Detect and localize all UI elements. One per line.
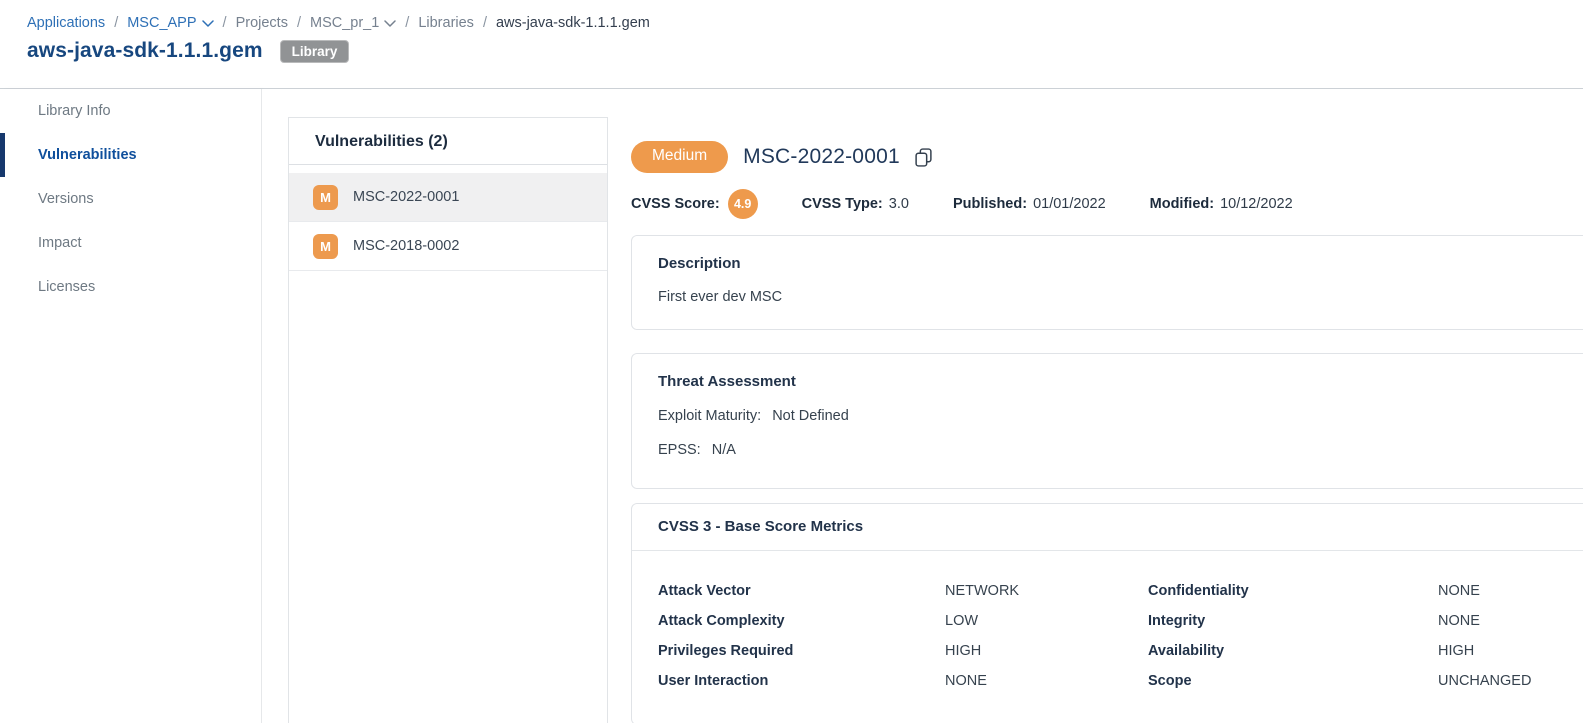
sidebar: Library Info Vulnerabilities Versions Im… — [0, 89, 262, 723]
epss-field: EPSS: N/A — [658, 442, 1583, 458]
cvss-metrics-header: CVSS 3 - Base Score Metrics — [632, 504, 1583, 551]
metric-scope-value: UNCHANGED — [1438, 672, 1583, 690]
sidebar-item-vulnerabilities[interactable]: Vulnerabilities — [0, 133, 261, 177]
copy-icon[interactable] — [915, 148, 932, 167]
breadcrumb-applications[interactable]: Applications — [27, 15, 105, 31]
vulnerabilities-panel: Vulnerabilities (2) M MSC-2022-0001 M MS… — [288, 117, 608, 723]
modified-value: 10/12/2022 — [1220, 196, 1293, 212]
content-area: Vulnerabilities (2) M MSC-2022-0001 M MS… — [262, 89, 1583, 723]
breadcrumb-app-label: MSC_APP — [127, 15, 196, 31]
breadcrumb-separator: / — [297, 15, 301, 31]
breadcrumb-libraries[interactable]: Libraries — [418, 15, 474, 31]
metric-attack-complexity-value: LOW — [945, 612, 1148, 630]
cvss-metrics-grid: Attack Vector NETWORK Confidentiality NO… — [658, 582, 1583, 690]
cvss-metrics-card: CVSS 3 - Base Score Metrics Attack Vecto… — [631, 503, 1583, 723]
sidebar-item-label: Versions — [38, 191, 94, 207]
detail-meta-row: CVSS Score: 4.9 CVSS Type: 3.0 Published… — [631, 189, 1583, 219]
sidebar-item-label: Impact — [38, 235, 82, 251]
cvss-metrics-title: CVSS 3 - Base Score Metrics — [658, 518, 863, 535]
list-item-msc-2018-0002[interactable]: M MSC-2018-0002 — [289, 222, 607, 271]
metric-confidentiality-value: NONE — [1438, 582, 1583, 600]
breadcrumb-separator: / — [114, 15, 118, 31]
cvss-type-value: 3.0 — [889, 196, 909, 212]
vulnerabilities-list: M MSC-2022-0001 M MSC-2018-0002 — [289, 165, 607, 271]
vulnerability-detail: Medium MSC-2022-0001 CVSS Score: 4.9 CVS… — [631, 141, 1583, 723]
metric-scope-label: Scope — [1148, 672, 1438, 690]
metric-integrity-value: NONE — [1438, 612, 1583, 630]
description-text: First ever dev MSC — [658, 289, 1583, 305]
page-header: Applications / MSC_APP / Projects / MSC_… — [0, 0, 1583, 89]
published-label: Published: — [953, 196, 1027, 212]
metric-attack-vector-label: Attack Vector — [658, 582, 945, 600]
sidebar-item-label: Vulnerabilities — [38, 147, 137, 163]
severity-medium-icon: M — [313, 185, 338, 210]
active-indicator — [0, 133, 5, 177]
cvss-metrics-body: Attack Vector NETWORK Confidentiality NO… — [632, 551, 1583, 723]
breadcrumb-app-dropdown[interactable]: MSC_APP — [127, 15, 213, 31]
page-title: aws-java-sdk-1.1.1.gem — [27, 39, 263, 63]
metric-attack-complexity-label: Attack Complexity — [658, 612, 945, 630]
breadcrumb-project-label: MSC_pr_1 — [310, 15, 379, 31]
vulnerability-id-label: MSC-2022-0001 — [353, 189, 459, 205]
breadcrumb-projects[interactable]: Projects — [236, 15, 288, 31]
description-title: Description — [658, 255, 1583, 272]
sidebar-item-library-info[interactable]: Library Info — [0, 89, 261, 133]
metric-availability-value: HIGH — [1438, 642, 1583, 660]
exploit-maturity-label: Exploit Maturity: — [658, 408, 761, 424]
cvss-score-field: CVSS Score: 4.9 — [631, 189, 758, 219]
metric-privileges-required-label: Privileges Required — [658, 642, 945, 660]
detail-header: Medium MSC-2022-0001 — [631, 141, 1583, 173]
modified-field: Modified: 10/12/2022 — [1150, 196, 1293, 212]
breadcrumb-separator: / — [405, 15, 409, 31]
title-row: aws-java-sdk-1.1.1.gem Library — [27, 39, 1583, 63]
metric-confidentiality-label: Confidentiality — [1148, 582, 1438, 600]
cvss-type-label: CVSS Type: — [802, 196, 883, 212]
severity-badge: Medium — [631, 141, 728, 172]
epss-value: N/A — [712, 442, 736, 458]
sidebar-item-label: Licenses — [38, 279, 95, 295]
modified-label: Modified: — [1150, 196, 1214, 212]
sidebar-item-label: Library Info — [38, 103, 111, 119]
metric-privileges-required-value: HIGH — [945, 642, 1148, 660]
chevron-down-icon — [202, 19, 214, 28]
vulnerability-id-title: MSC-2022-0001 — [743, 145, 900, 169]
metric-user-interaction-value: NONE — [945, 672, 1148, 690]
breadcrumb-project-dropdown[interactable]: MSC_pr_1 — [310, 15, 396, 31]
metric-integrity-label: Integrity — [1148, 612, 1438, 630]
breadcrumb-separator: / — [483, 15, 487, 31]
published-value: 01/01/2022 — [1033, 196, 1106, 212]
cvss-score-label: CVSS Score: — [631, 196, 720, 212]
breadcrumb-current-library: aws-java-sdk-1.1.1.gem — [496, 15, 650, 31]
cvss-type-field: CVSS Type: 3.0 — [802, 196, 909, 212]
list-item-msc-2022-0001[interactable]: M MSC-2022-0001 — [289, 173, 607, 222]
sidebar-item-impact[interactable]: Impact — [0, 221, 261, 265]
epss-label: EPSS: — [658, 442, 701, 458]
breadcrumb: Applications / MSC_APP / Projects / MSC_… — [27, 15, 1583, 31]
vulnerabilities-panel-title: Vulnerabilities (2) — [289, 118, 607, 165]
chevron-down-icon — [384, 19, 396, 28]
cvss-score-badge: 4.9 — [728, 189, 758, 219]
metric-user-interaction-label: User Interaction — [658, 672, 945, 690]
threat-assessment-title: Threat Assessment — [658, 373, 1583, 390]
main-area: Library Info Vulnerabilities Versions Im… — [0, 89, 1583, 723]
exploit-maturity-value: Not Defined — [772, 408, 849, 424]
sidebar-item-versions[interactable]: Versions — [0, 177, 261, 221]
published-field: Published: 01/01/2022 — [953, 196, 1106, 212]
exploit-maturity-field: Exploit Maturity: Not Defined — [658, 408, 1583, 424]
description-card: Description First ever dev MSC — [631, 235, 1583, 330]
vulnerability-id-label: MSC-2018-0002 — [353, 238, 459, 254]
library-type-badge: Library — [280, 40, 350, 63]
threat-assessment-card: Threat Assessment Exploit Maturity: Not … — [631, 353, 1583, 489]
breadcrumb-separator: / — [223, 15, 227, 31]
sidebar-item-licenses[interactable]: Licenses — [0, 265, 261, 309]
metric-attack-vector-value: NETWORK — [945, 582, 1148, 600]
severity-medium-icon: M — [313, 234, 338, 259]
metric-availability-label: Availability — [1148, 642, 1438, 660]
